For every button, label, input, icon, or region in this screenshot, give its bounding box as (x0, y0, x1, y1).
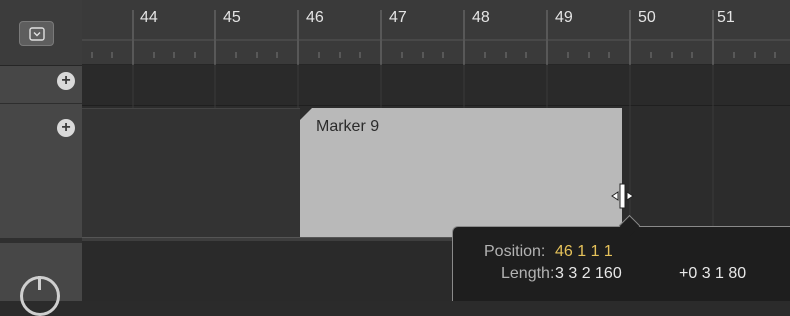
ruler-ticks (82, 10, 790, 65)
length-delta: +0 3 1 80 (679, 265, 747, 282)
add-global-track-button[interactable]: + (57, 72, 75, 90)
bar-number: 51 (717, 9, 735, 26)
position-value: 46 1 1 1 (555, 243, 613, 260)
previous-marker-region[interactable] (82, 108, 300, 238)
collapse-icon (28, 26, 45, 41)
collapse-tracks-button[interactable] (19, 21, 54, 46)
plus-icon: + (61, 72, 71, 89)
position-tooltip: Position: 46 1 1 1 Length: 3 3 2 160 +0 … (452, 226, 790, 301)
bar-number: 45 (223, 9, 241, 26)
bar-number: 48 (472, 9, 490, 26)
divider (0, 103, 82, 104)
length-label: Length: (501, 265, 555, 282)
bar-number: 46 (306, 9, 324, 26)
bar-number: 47 (389, 9, 407, 26)
position-label: Position: (484, 243, 546, 260)
bar-number: 50 (638, 9, 656, 26)
resize-cursor-icon (611, 183, 634, 209)
plus-icon: + (61, 119, 71, 136)
add-marker-button[interactable]: + (57, 119, 75, 137)
knob-indicator (38, 276, 41, 290)
marker-corner (300, 108, 312, 120)
length-value: 3 3 2 160 (555, 265, 622, 282)
bar-number: 49 (555, 9, 573, 26)
marker-name: Marker 9 (316, 118, 380, 135)
bar-number: 44 (140, 9, 158, 26)
